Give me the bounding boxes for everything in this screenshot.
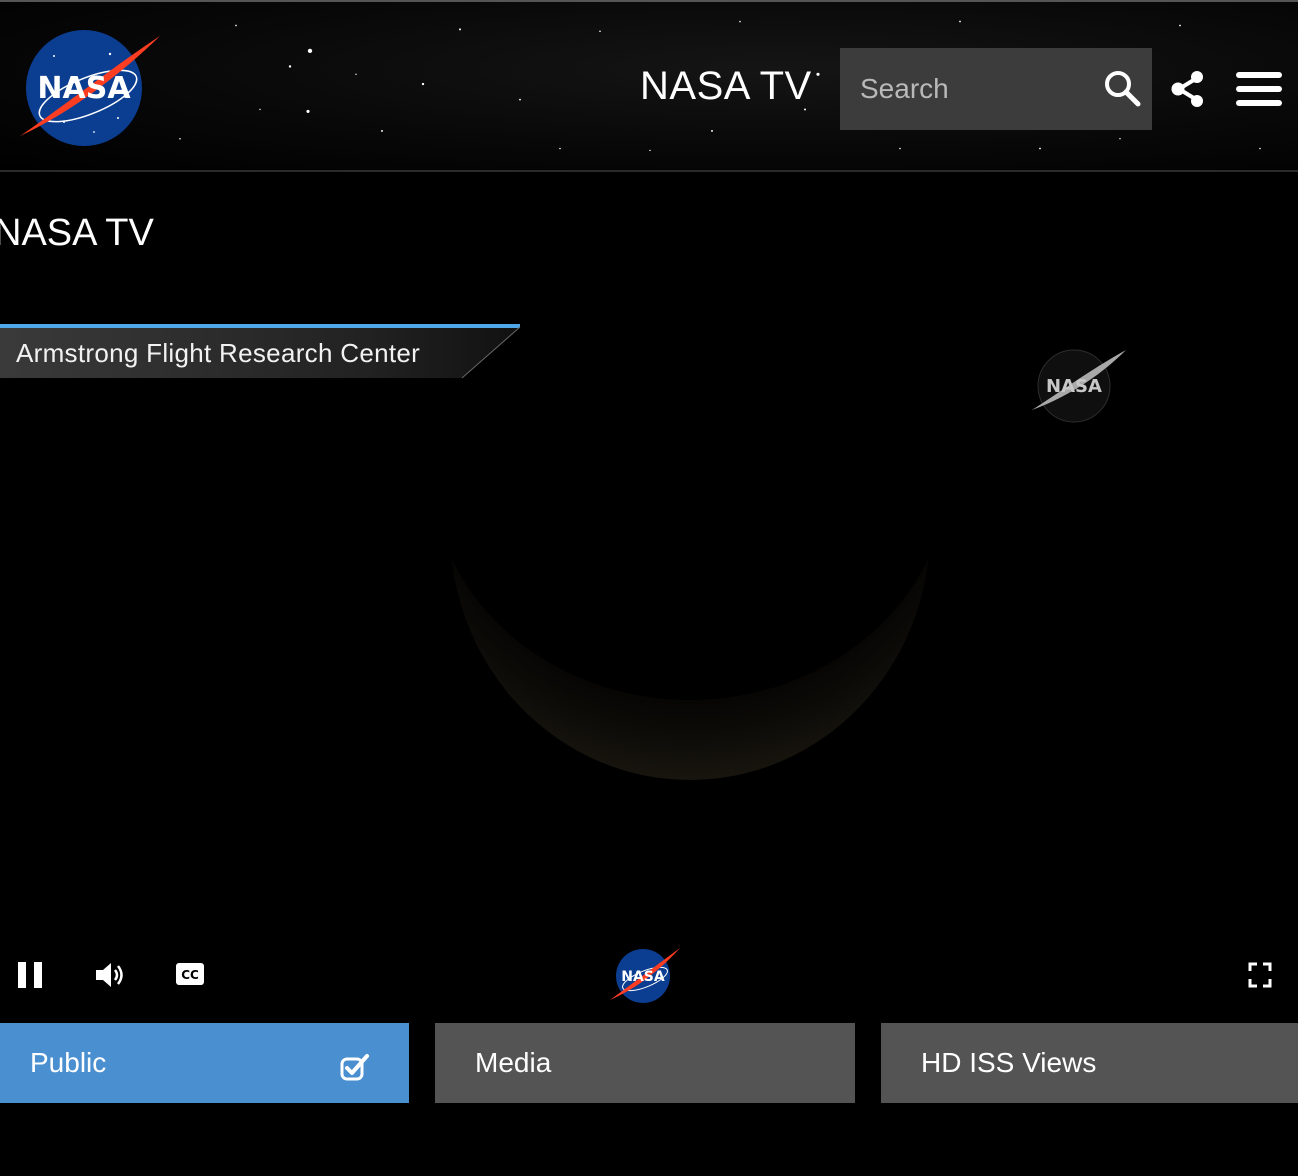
share-icon[interactable] [1170,70,1206,108]
checkbox-checked-icon [340,1054,369,1081]
nasa-logo[interactable]: NASA [14,26,164,152]
closed-captions-icon[interactable]: CC [175,962,205,986]
page-title: NASA TV [0,212,154,254]
tab-media-label: Media [475,1047,552,1078]
pause-icon[interactable] [16,960,44,990]
tab-hd-iss-views-label: HD ISS Views [921,1047,1097,1078]
site-title[interactable]: NASA TV [640,64,812,109]
tab-media[interactable]: Media [435,1023,855,1103]
cc-label: CC [181,968,199,982]
volume-icon[interactable] [94,960,126,990]
watermark-text: NASA [1046,376,1102,397]
tab-public-label: Public [30,1047,107,1078]
nasa-tv-page: NASA NASA TV NASA TV [0,0,1298,1176]
nasa-player-logo-icon[interactable]: NASA [608,944,682,1006]
search-input[interactable] [840,48,1090,130]
fullscreen-icon[interactable] [1248,962,1272,988]
nasa-logo-text: NASA [37,71,131,106]
tab-hd-iss-views[interactable]: HD ISS Views [881,1023,1298,1103]
nasa-watermark-icon: NASA [1032,349,1126,423]
hamburger-menu-icon[interactable] [1236,72,1282,106]
tab-public[interactable]: Public [0,1023,409,1103]
search-box [840,48,1152,130]
video-player[interactable]: Armstrong Flight Research Center NASA CC [0,290,1298,1020]
site-header: NASA NASA TV [0,0,1298,172]
lower-third-text: Armstrong Flight Research Center [16,338,421,368]
player-controls: CC NASA [0,940,1298,1010]
player-logo-text: NASA [621,969,665,985]
search-icon[interactable] [1102,68,1142,108]
